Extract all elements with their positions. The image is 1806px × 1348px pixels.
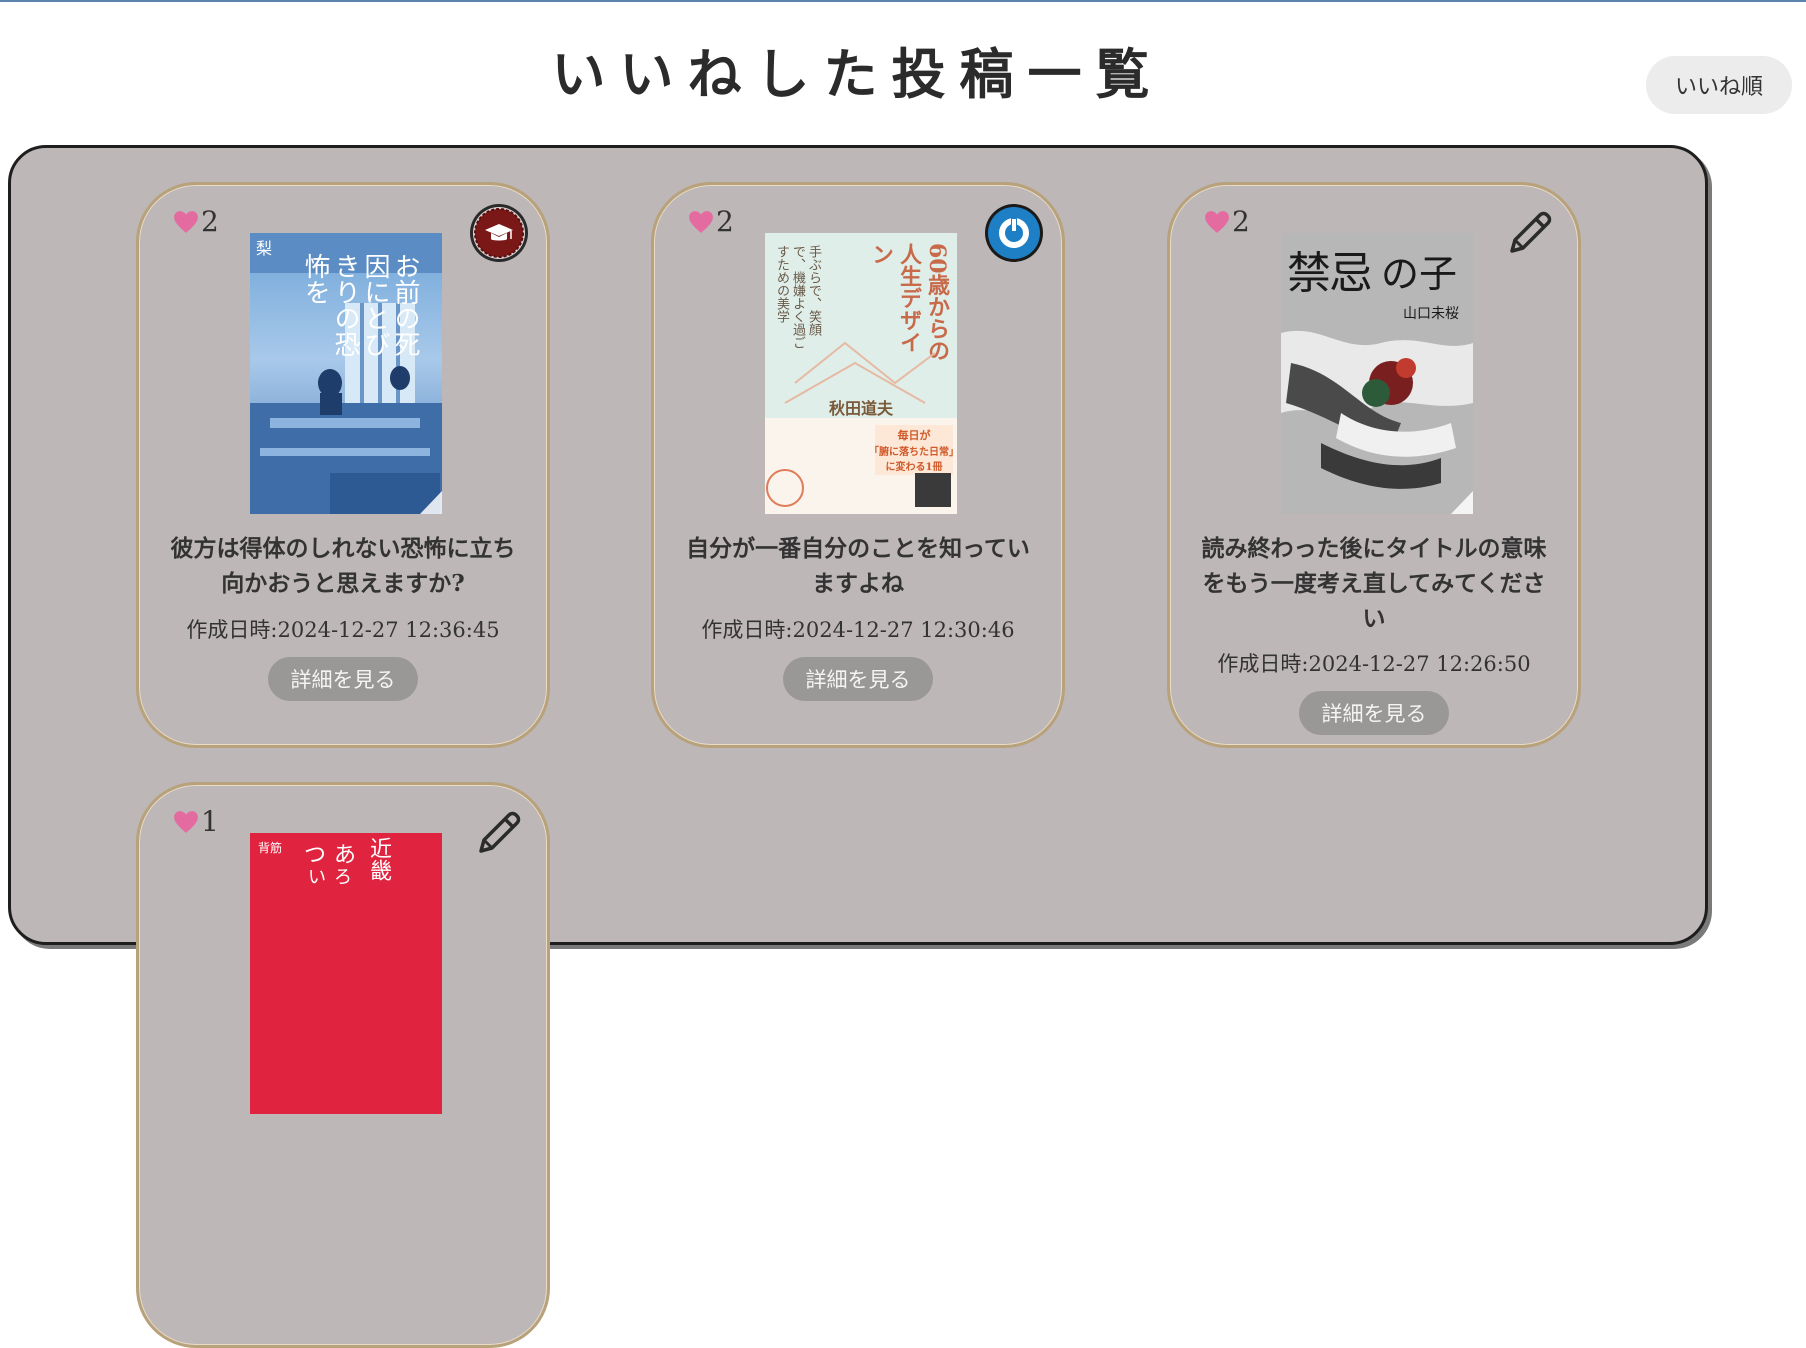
heart-icon bbox=[1205, 210, 1229, 233]
post-date: 作成日時:2024-12-27 12:30:46 bbox=[701, 618, 1015, 642]
book-cover-author: 梨 bbox=[256, 239, 273, 258]
book-cover-label: 背筋 bbox=[258, 841, 283, 855]
like-count-value: 2 bbox=[1232, 205, 1250, 238]
heart-icon bbox=[174, 210, 198, 233]
book-cover-title-1: 禁忌 bbox=[1287, 248, 1373, 299]
graduation-cap-badge-icon[interactable] bbox=[469, 203, 529, 263]
top-border bbox=[0, 0, 1806, 2]
book-cover-title: お前の死因にとびきりの恐怖を bbox=[300, 253, 420, 357]
post-title: 読み終わった後にタイトルの意味をもう一度考え直してみてください bbox=[1201, 535, 1547, 632]
post-date: 作成日時:2024-12-27 12:36:45 bbox=[186, 618, 500, 642]
post-card: 2 60歳からの人生デザイン 手ぶらで、笑顔で、機嫌よく過ごすための美学 秋田道… bbox=[651, 182, 1065, 748]
book-cover-author: 秋田道夫 bbox=[828, 399, 893, 418]
page-title: いいねした投稿一覧 bbox=[551, 42, 1164, 106]
post-title: 自分が一番自分のことを知っていますよね bbox=[686, 535, 1030, 597]
like-count[interactable]: 2 bbox=[688, 205, 734, 238]
posts-panel: 2 梨 お前の死因にとびきりの恐怖を 彼方は得体のしれない恐怖に立ち向かおうと思… bbox=[8, 145, 1708, 1348]
book-cover-band-2: 「腑に落ちた日常」 bbox=[869, 447, 957, 458]
post-card: 2 禁忌 の子 山口未桜 読み終わった後にタイトルの意味をもう一度考え直してみて… bbox=[1167, 182, 1581, 748]
post-card: 1 背筋 近畿 つ あ い ろ bbox=[136, 782, 550, 1348]
book-cover-text-4: い bbox=[308, 867, 326, 888]
like-count[interactable]: 1 bbox=[173, 805, 219, 838]
book-cover-band-3: に変わる1冊 bbox=[885, 462, 943, 473]
post-card: 2 梨 お前の死因にとびきりの恐怖を 彼方は得体のしれない恐怖に立ち向かおうと思… bbox=[136, 182, 550, 748]
heart-icon bbox=[689, 210, 713, 233]
book-cover[interactable]: 背筋 近畿 つ あ い ろ bbox=[250, 833, 442, 1114]
book-cover-author: 山口未桜 bbox=[1403, 306, 1459, 322]
book-cover[interactable]: 梨 お前の死因にとびきりの恐怖を bbox=[250, 233, 442, 514]
like-count-value: 2 bbox=[201, 205, 219, 238]
book-cover[interactable]: 60歳からの人生デザイン 手ぶらで、笑顔で、機嫌よく過ごすための美学 秋田道夫 … bbox=[765, 233, 957, 514]
sort-by-likes-button[interactable]: いいね順 bbox=[1646, 56, 1792, 114]
heart-icon bbox=[174, 810, 198, 833]
book-cover-text-1: 近畿 bbox=[366, 837, 391, 881]
pencil-icon[interactable] bbox=[469, 803, 529, 863]
like-count[interactable]: 2 bbox=[173, 205, 219, 238]
view-details-button[interactable]: 詳細を見る bbox=[1299, 691, 1449, 735]
book-cover-band-1: 毎日が bbox=[897, 429, 931, 442]
pencil-icon[interactable] bbox=[1500, 203, 1560, 263]
like-count-value: 2 bbox=[716, 205, 734, 238]
view-details-button[interactable]: 詳細を見る bbox=[268, 657, 418, 701]
like-count[interactable]: 2 bbox=[1204, 205, 1250, 238]
power-circle-badge-icon[interactable] bbox=[984, 203, 1044, 263]
book-cover-title-2: の子 bbox=[1381, 252, 1458, 296]
post-date: 作成日時:2024-12-27 12:26:50 bbox=[1217, 652, 1531, 676]
view-details-button[interactable]: 詳細を見る bbox=[783, 657, 933, 701]
like-count-value: 1 bbox=[201, 805, 219, 838]
book-cover-text-5: ろ bbox=[334, 867, 352, 888]
post-title: 彼方は得体のしれない恐怖に立ち向かおうと思えますか? bbox=[170, 535, 516, 597]
book-cover[interactable]: 禁忌 の子 山口未桜 bbox=[1281, 233, 1473, 514]
